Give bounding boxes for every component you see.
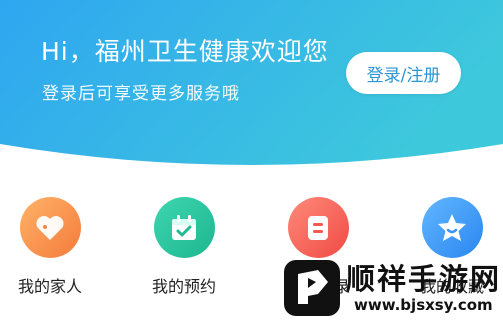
document-list-icon [287, 197, 349, 258]
header-banner: Hi，福州卫生健康欢迎您 登录后可享受更多服务哦 登录/注册 [0, 0, 503, 170]
login-register-button[interactable]: 登录/注册 [346, 52, 461, 94]
login-hint: 登录后可享受更多服务哦 [42, 84, 240, 104]
menu-item-label: 我的预约 [151, 277, 216, 296]
site-watermark: 顺祥手游网 www.bjsxsy.com [284, 252, 503, 323]
watermark-title: 顺祥手游网 [346, 262, 502, 296]
watermark-url: www.bjsxsy.com [354, 296, 493, 314]
heart-tag-icon [19, 197, 81, 258]
welcome-greeting: Hi，福州卫生健康欢迎您 [41, 37, 329, 66]
menu-item-label: 我的家人 [17, 277, 82, 296]
watermark-logo-icon [284, 260, 340, 316]
calendar-check-icon [153, 197, 215, 258]
menu-item-family[interactable]: 我的家人 [0, 197, 100, 297]
star-icon [421, 197, 483, 258]
menu-item-appointment[interactable]: 我的预约 [134, 197, 234, 297]
